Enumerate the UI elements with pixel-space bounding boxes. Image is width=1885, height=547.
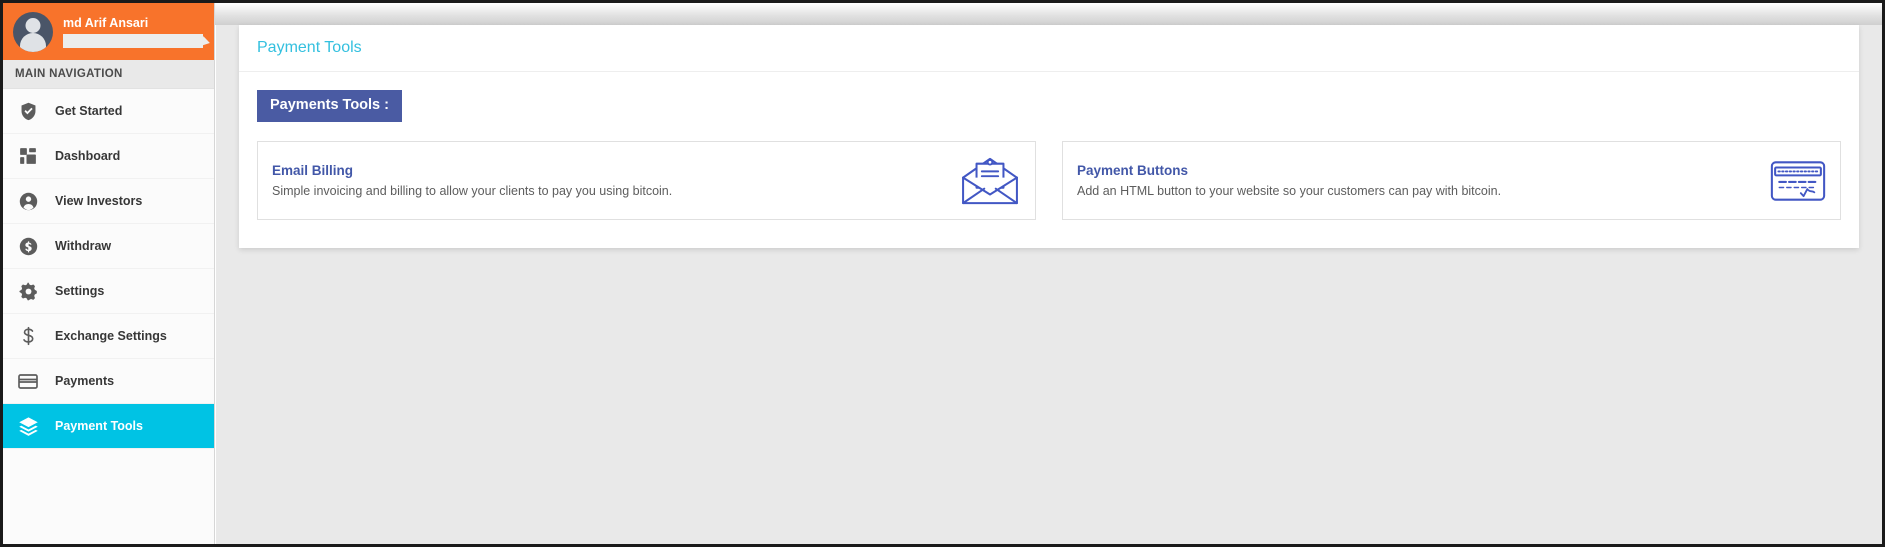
sidebar: md Arif Ansari MAIN NAVIGATION Get Start… [3,3,215,544]
app-window: md Arif Ansari MAIN NAVIGATION Get Start… [0,0,1885,547]
sidebar-user-panel[interactable]: md Arif Ansari [3,3,214,60]
user-circle-icon [16,189,40,213]
user-status-bar[interactable] [63,33,203,48]
sidebar-item-label: Payment Tools [55,419,143,433]
sidebar-item-exchange-settings[interactable]: Exchange Settings [3,314,214,359]
sidebar-item-payment-tools[interactable]: Payment Tools [3,404,214,449]
section-badge: Payments Tools : [257,90,402,122]
sidebar-item-get-started[interactable]: Get Started [3,89,214,134]
tool-card-title: Email Billing [272,162,354,178]
credit-card-signature-icon [1770,160,1826,202]
content-panel: Payment Tools Payments Tools : Email Bil… [239,25,1859,248]
sidebar-item-label: Get Started [55,104,123,118]
sidebar-item-settings[interactable]: Settings [3,269,214,314]
tool-cards-row: Email Billing Simple invoicing and billin… [257,141,1841,220]
sidebar-item-label: Settings [55,284,105,298]
credit-card-icon [16,369,40,393]
tool-card-payment-buttons[interactable]: Payment Buttons Add an HTML button to you… [1062,141,1841,220]
page-header: Payment Tools [239,25,1859,72]
sidebar-item-payments[interactable]: Payments [3,359,214,404]
dollar-circle-icon [16,234,40,258]
sidebar-item-label: View Investors [55,194,143,208]
panel-body: Payments Tools : Email Billing Simple inv… [239,72,1859,248]
shield-check-icon [16,99,40,123]
sidebar-nav-heading: MAIN NAVIGATION [3,60,214,89]
sidebar-item-dashboard[interactable]: Dashboard [3,134,214,179]
user-name: md Arif Ansari [63,15,149,30]
top-gradient-strip [215,3,1882,25]
sidebar-item-withdraw[interactable]: Withdraw [3,224,214,269]
sidebar-item-label: Dashboard [55,149,121,163]
layers-icon [16,414,40,438]
main-area: Payment Tools Payments Tools : Email Bil… [216,25,1882,544]
sidebar-nav-list: Get Started Dashboard View Investors Withdr… [3,89,214,449]
sidebar-item-label: Payments [55,374,115,388]
tool-card-text: Payment Buttons Add an HTML button to you… [1077,162,1756,200]
sidebar-item-view-investors[interactable]: View Investors [3,179,214,224]
open-envelope-letter-icon [959,156,1021,206]
user-meta: md Arif Ansari [63,16,204,48]
gear-icon [16,279,40,303]
tool-card-email-billing[interactable]: Email Billing Simple invoicing and billin… [257,141,1036,220]
tool-card-description: Add an HTML button to your website so yo… [1077,183,1502,198]
user-avatar-icon [13,11,53,52]
dollar-sign-icon [16,324,40,348]
dashboard-grid-icon [16,144,40,168]
sidebar-item-label: Withdraw [55,239,112,253]
tool-card-text: Email Billing Simple invoicing and billin… [272,162,945,200]
sidebar-item-label: Exchange Settings [55,329,167,343]
page-title: Payment Tools [257,39,362,56]
tool-card-description: Simple invoicing and billing to allow yo… [272,183,673,198]
tool-card-title: Payment Buttons [1077,162,1189,178]
